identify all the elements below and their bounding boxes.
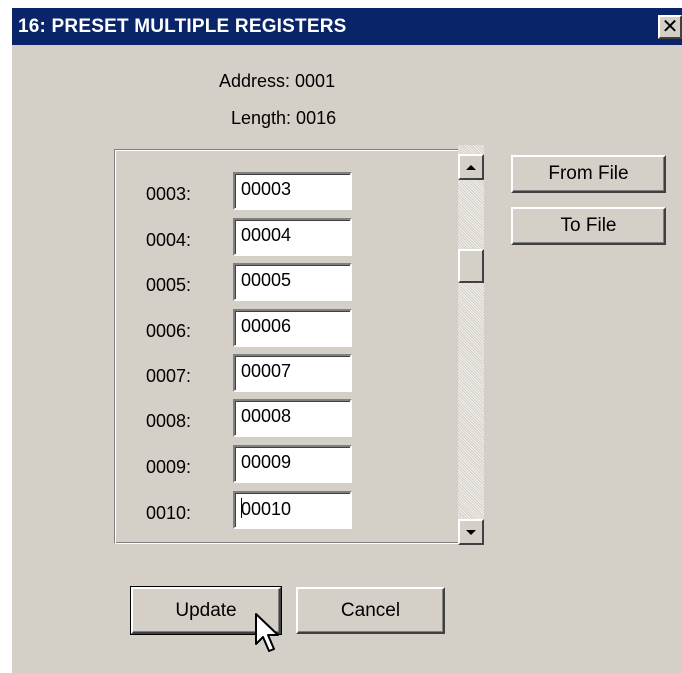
close-icon: ✕ [661, 16, 679, 38]
length-label: Length: 0016 [231, 108, 337, 128]
register-value-input[interactable]: 00007 [233, 354, 352, 392]
register-value-input[interactable]: 00003 [233, 172, 352, 210]
register-value-input[interactable]: 00008 [233, 399, 352, 437]
register-value-input[interactable]: 00004 [233, 218, 352, 256]
from-file-button[interactable]: From File [511, 155, 666, 193]
register-label: 0006: [146, 321, 192, 341]
register-label: 0007: [146, 366, 192, 386]
to-file-button[interactable]: To File [511, 207, 666, 245]
register-label: 0005: [146, 275, 192, 295]
register-value-input[interactable]: 00005 [233, 263, 352, 301]
register-label: 0008: [146, 411, 192, 431]
scrollbar-thumb[interactable] [458, 249, 484, 283]
register-label: 0003: [146, 184, 192, 204]
register-value-input[interactable]: 00009 [233, 445, 352, 483]
address-label: Address: 0001 [219, 71, 336, 91]
register-label: 0010: [146, 503, 192, 523]
register-value-input[interactable]: 00006 [233, 309, 352, 347]
arrow-down-icon [466, 529, 476, 535]
title-bar[interactable]: 16: PRESET MULTIPLE REGISTERS ✕ [12, 8, 682, 45]
register-value-input[interactable]: 00010 [233, 491, 352, 529]
cancel-button[interactable]: Cancel [296, 587, 445, 634]
window-title: 16: PRESET MULTIPLE REGISTERS [18, 16, 347, 37]
register-label: 0009: [146, 457, 192, 477]
register-scrollbar[interactable] [458, 145, 484, 545]
scroll-down-button[interactable] [458, 519, 484, 545]
register-label: 0004: [146, 230, 192, 250]
mouse-pointer-icon [255, 613, 279, 652]
close-button[interactable]: ✕ [658, 15, 682, 39]
arrow-up-icon [466, 164, 476, 170]
scroll-up-button[interactable] [458, 154, 484, 180]
